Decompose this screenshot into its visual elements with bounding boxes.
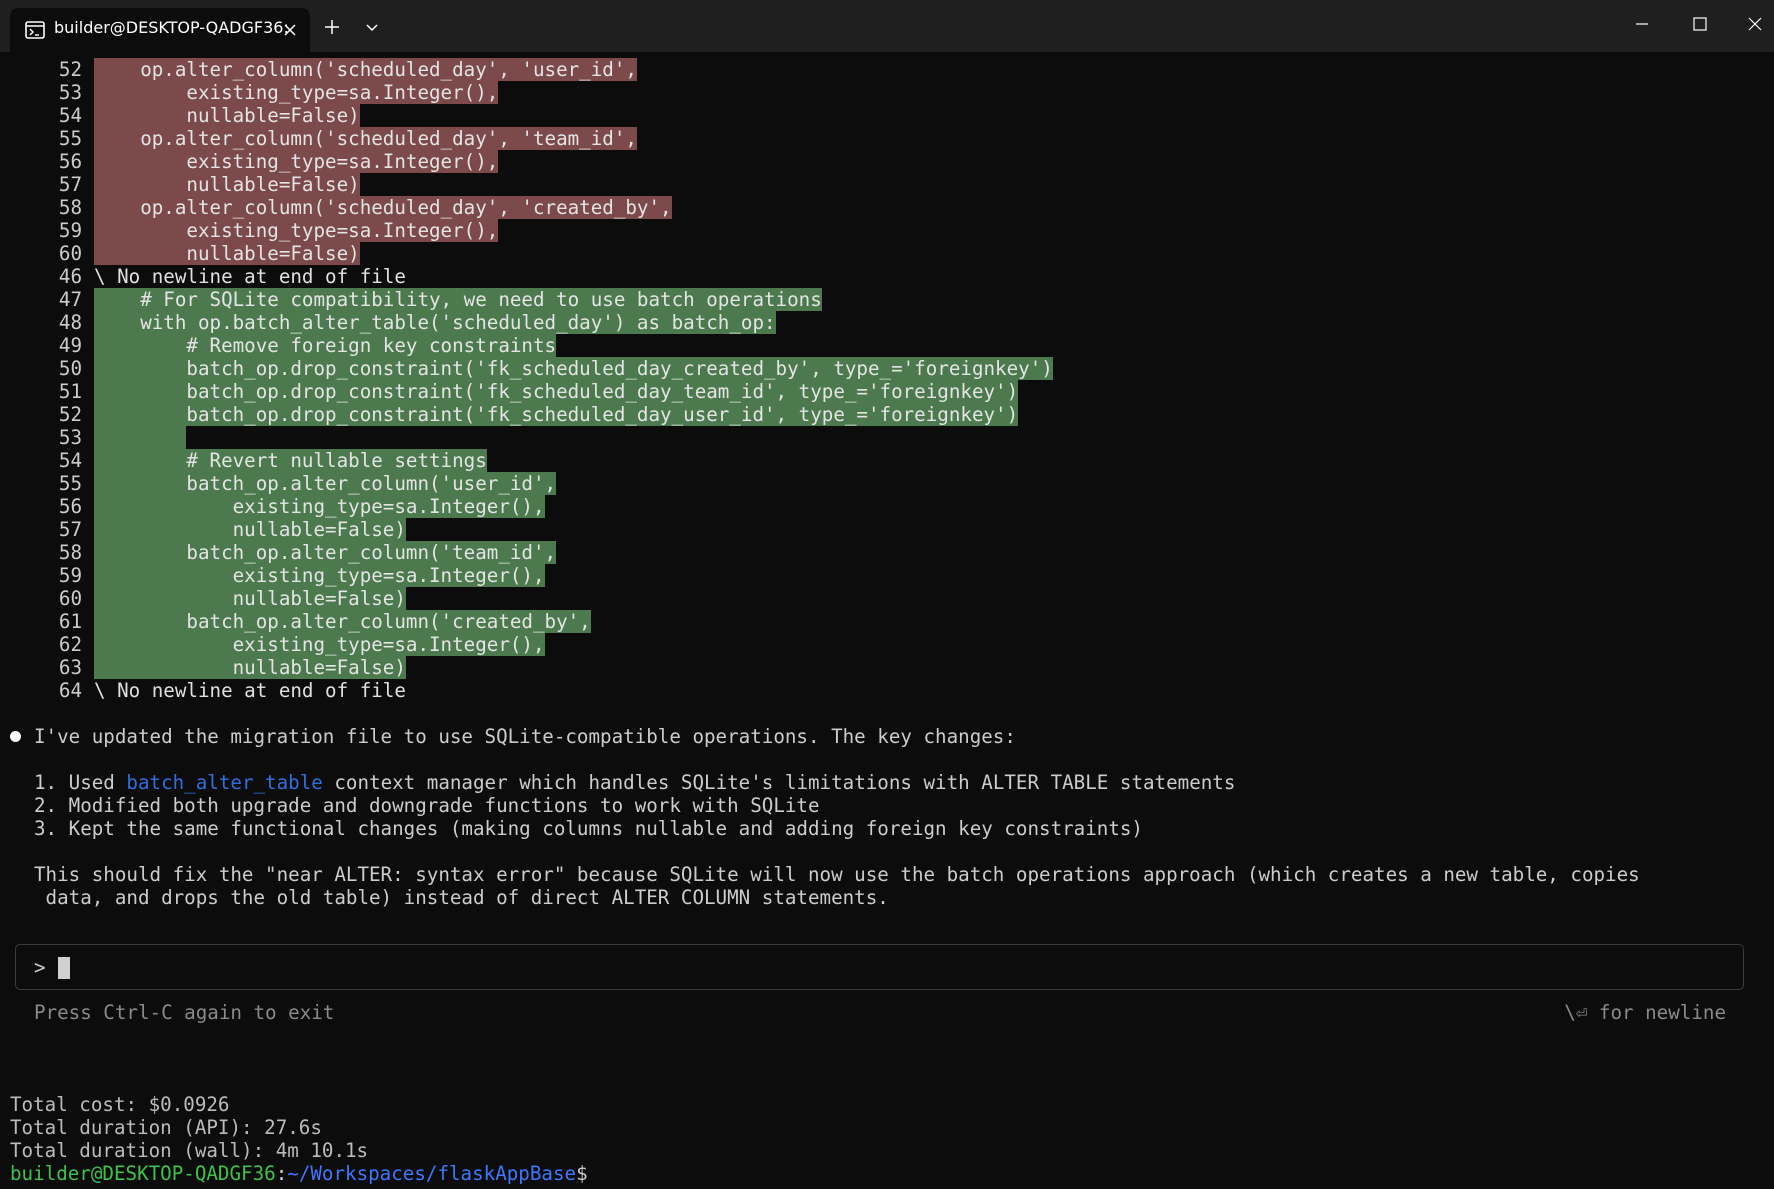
diff-line-added: 63 nullable=False) <box>58 656 406 679</box>
prompt-input[interactable]: > <box>15 944 1744 990</box>
diff-line-added: 59 existing_type=sa.Integer(), <box>58 564 545 587</box>
diff-line-added: 50 batch_op.drop_constraint('fk_schedule… <box>58 357 1053 380</box>
change-item-2: 2. Modified both upgrade and downgrade f… <box>34 794 820 817</box>
change-item-1-suffix: context manager which handles SQLite's l… <box>322 771 1236 794</box>
diff-line-removed: 55 op.alter_column('scheduled_day', 'tea… <box>58 127 637 150</box>
diff-line-removed: 53 existing_type=sa.Integer(), <box>58 81 499 104</box>
terminal-tab[interactable]: builder@DESKTOP-QADGF36: <box>10 8 310 52</box>
diff-line-removed: 58 op.alter_column('scheduled_day', 'cre… <box>58 196 672 219</box>
change-item-1-prefix: 1. Used <box>34 771 127 794</box>
diff-line-added: 58 batch_op.alter_column('team_id', <box>58 541 557 564</box>
diff-line-added: 55 batch_op.alter_column('user_id', <box>58 472 557 495</box>
tab-title: builder@DESKTOP-QADGF36: <box>54 18 289 37</box>
text-cursor <box>58 957 70 979</box>
maximize-icon[interactable] <box>1690 14 1710 34</box>
prompt-separator: : <box>275 1162 288 1185</box>
total-cost: Total cost: $0.0926 <box>10 1093 230 1116</box>
diff-output: 52 op.alter_column('scheduled_day', 'use… <box>0 58 1774 702</box>
terminal-icon <box>25 21 45 39</box>
prompt-caret: > <box>34 956 46 979</box>
exit-hint: Press Ctrl-C again to exit <box>34 1001 335 1024</box>
no-newline-marker: 46 \ No newline at end of file <box>58 265 406 288</box>
assistant-intro: I've updated the migration file to use S… <box>34 725 1016 748</box>
diff-line-added: 49 # Remove foreign key constraints <box>58 334 557 357</box>
user-host: builder@DESKTOP-QADGF36 <box>10 1162 276 1185</box>
message-bullet-icon <box>10 731 21 742</box>
plus-icon[interactable] <box>322 17 342 37</box>
total-duration-wall: Total duration (wall): 4m 10.1s <box>10 1139 369 1162</box>
diff-line-added: 47 # For SQLite compatibility, we need t… <box>58 288 822 311</box>
diff-line-removed: 60 nullable=False) <box>58 242 360 265</box>
diff-line-added: 54 # Revert nullable settings <box>58 449 487 472</box>
diff-line-added: 60 nullable=False) <box>58 587 406 610</box>
close-icon[interactable] <box>1745 14 1765 34</box>
diff-line-added: 56 existing_type=sa.Integer(), <box>58 495 545 518</box>
diff-line-added: 48 with op.batch_alter_table('scheduled_… <box>58 311 776 334</box>
summary-line-1: This should fix the "near ALTER: syntax … <box>34 863 1640 886</box>
diff-line-added: 61 batch_op.alter_column('created_by', <box>58 610 591 633</box>
summary-line-2: data, and drops the old table) instead o… <box>34 886 889 909</box>
prompt-symbol: $ <box>576 1162 588 1185</box>
change-item-3: 3. Kept the same functional changes (mak… <box>34 817 1143 840</box>
diff-line-added: 53 <box>0 426 1774 449</box>
shell-prompt: builder@DESKTOP-QADGF36:~/Workspaces/fla… <box>10 1162 588 1185</box>
no-newline-marker: 64 \ No newline at end of file <box>58 679 406 702</box>
diff-line-removed: 57 nullable=False) <box>58 173 360 196</box>
title-bar: builder@DESKTOP-QADGF36: <box>0 0 1774 52</box>
minimize-icon[interactable] <box>1632 14 1652 34</box>
close-icon[interactable] <box>280 20 300 40</box>
diff-line-removed: 52 op.alter_column('scheduled_day', 'use… <box>58 58 637 81</box>
diff-line-added: 62 existing_type=sa.Integer(), <box>58 633 545 656</box>
diff-line-removed: 59 existing_type=sa.Integer(), <box>58 219 499 242</box>
diff-line-added: 51 batch_op.drop_constraint('fk_schedule… <box>58 380 1019 403</box>
diff-line-removed: 54 nullable=False) <box>58 104 360 127</box>
current-path: ~/Workspaces/flaskAppBase <box>287 1162 577 1185</box>
diff-line-removed: 56 existing_type=sa.Integer(), <box>58 150 499 173</box>
diff-line-added: 52 batch_op.drop_constraint('fk_schedule… <box>58 403 1019 426</box>
chevron-down-icon[interactable] <box>364 20 380 36</box>
newline-hint: \⏎ for newline <box>1564 1001 1726 1024</box>
batch-alter-table-link[interactable]: batch_alter_table <box>126 771 322 794</box>
diff-line-added: 57 nullable=False) <box>58 518 406 541</box>
change-item-1: 1. Used batch_alter_table context manage… <box>34 771 1774 794</box>
total-duration-api: Total duration (API): 27.6s <box>10 1116 322 1139</box>
